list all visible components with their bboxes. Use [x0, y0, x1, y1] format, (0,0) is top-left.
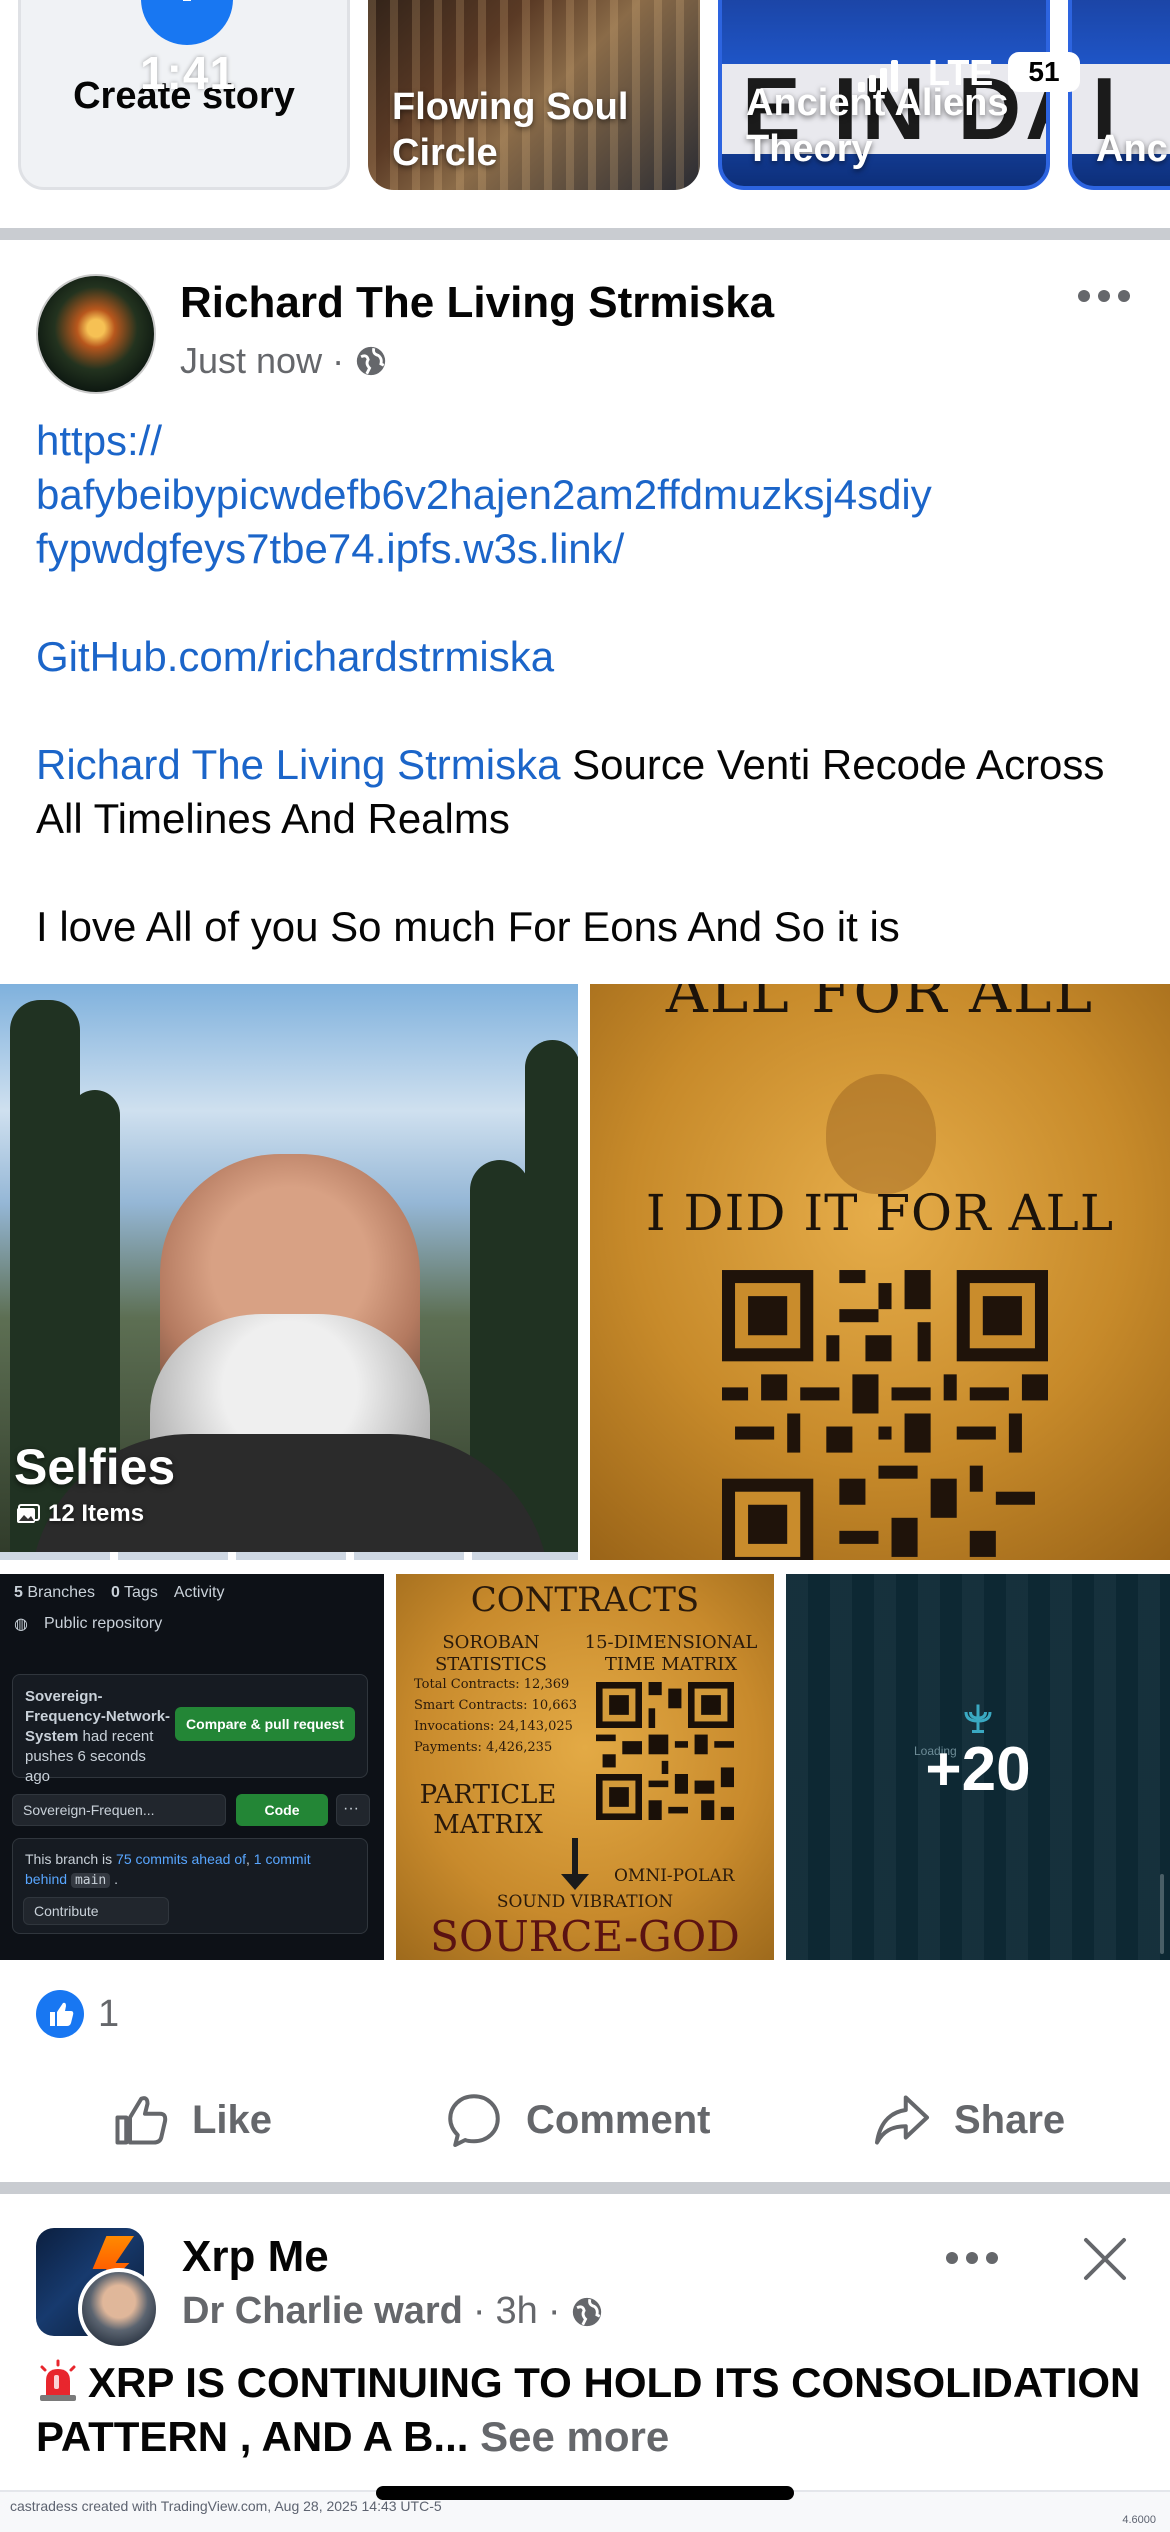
author-mention[interactable]: Richard The Living Strmiska [36, 741, 560, 788]
photo-gold-poster[interactable]: ALL FOR ALL I DID IT FOR ALL [590, 984, 1170, 1560]
more-photos-count: +20 [925, 1735, 1031, 1804]
contribute-button[interactable]: Contribute [23, 1897, 169, 1925]
post-meta: Dr Charlie ward · 3h · [182, 2290, 604, 2333]
photo-contracts-poster[interactable]: CONTRACTS SOROBAN STATISTICS 15-DIMENSIO… [396, 1574, 774, 1960]
qr-code-icon [596, 1682, 734, 1820]
sound-vibration-label: SOUND VIBRATION [496, 1892, 674, 1912]
scroll-indicator [1160, 1874, 1164, 1954]
post-author-name[interactable]: Dr Charlie ward [182, 2290, 463, 2333]
globe-icon [573, 2297, 602, 2326]
contract-stats: Total Contracts: 12,369 Smart Contracts:… [414, 1677, 578, 1755]
share-label: Share [954, 2097, 1066, 2142]
soroban-subtitle: SOROBAN STATISTICS [434, 1632, 548, 1675]
album-count: 12 Items [16, 1500, 144, 1528]
source-god-label: SOURCE-GOD [430, 1912, 740, 1960]
feed-divider [0, 2182, 1170, 2194]
post-time[interactable]: 3h [496, 2290, 538, 2333]
thumbs-up-icon [115, 2096, 168, 2145]
story-card[interactable]: Flowing Soul Circle [368, 0, 700, 190]
album-thumbnails [0, 1552, 578, 1560]
github-link[interactable]: GitHub.com/richardstrmiska [36, 633, 554, 680]
story-name: Anc Sec [1096, 128, 1170, 170]
qr-code-icon [722, 1270, 1048, 1560]
comment-label: Comment [526, 2097, 711, 2142]
like-reaction-icon [36, 1990, 84, 2038]
like-label: Like [192, 2097, 273, 2142]
photo-github-screenshot[interactable]: 5 Branches 0 Tags Activity ◍ Public repos… [0, 1574, 384, 1960]
post-time[interactable]: Just now [180, 340, 322, 382]
chart-price-label: 4.6000 [1122, 2514, 1156, 2526]
close-icon[interactable] [1080, 2234, 1130, 2284]
see-more-link[interactable]: See more [480, 2413, 669, 2460]
page-name[interactable]: Xrp Me [182, 2232, 329, 2282]
meta-separator: · [547, 2290, 561, 2332]
reaction-count: 1 [98, 1992, 120, 2035]
author-avatar[interactable] [36, 274, 156, 394]
plus-icon [141, 0, 233, 45]
poster-mid-text: I DID IT FOR ALL [645, 1184, 1115, 1242]
post-text: XRP IS CONTINUING TO HOLD ITS CONSOLIDAT… [36, 2359, 1141, 2460]
post-author-name[interactable]: Richard The Living Strmiska [180, 278, 774, 328]
code-button[interactable]: Code [236, 1794, 328, 1826]
repo-stats-row: 5 Branches 0 Tags Activity [14, 1584, 225, 1601]
arrow-down-icon [561, 1838, 589, 1890]
ipfs-link[interactable]: https://bafybeibypicwdefb6v2hajen2am2ffd… [36, 417, 932, 572]
branch-select[interactable]: Sovereign-Frequen... [12, 1794, 226, 1826]
meta-separator: · [472, 2290, 486, 2332]
menorah-icon [964, 1704, 992, 1733]
reaction-summary[interactable]: 1 [36, 1990, 119, 2038]
chart-caption: castradess created with TradingView.com,… [10, 2498, 442, 2514]
siren-icon [40, 2359, 76, 2401]
story-name: Flowing Soul Circle [392, 86, 629, 174]
album-icon [17, 1504, 40, 1523]
recent-push-banner: Sovereign-Frequency-Network-System had r… [12, 1674, 368, 1785]
poster-top-text: ALL FOR ALL [665, 984, 1095, 1026]
comment-icon [448, 2094, 500, 2147]
stories-tray: Create story Flowing Soul Circle E IN DA… [0, 0, 1170, 228]
more-options-icon[interactable] [1078, 290, 1130, 306]
feed-divider [0, 228, 1170, 240]
globe-icon [356, 346, 386, 376]
share-icon [875, 2095, 929, 2145]
author-avatar[interactable] [78, 2268, 160, 2350]
photo-more-tile[interactable]: Loading +20 [786, 1574, 1170, 1960]
share-button[interactable]: Share [872, 2080, 1065, 2160]
repo-visibility: ◍ Public repository [14, 1615, 163, 1633]
post-meta: Just now · [180, 340, 388, 382]
create-story-label: Create story [73, 75, 295, 117]
home-indicator[interactable] [376, 2486, 794, 2500]
particle-matrix-label: PARTICLE MATRIX [419, 1780, 557, 1840]
globe-icon: ◍ [14, 1616, 28, 1633]
post-actions: Like Comment Share [0, 2080, 1170, 2160]
compare-pull-request-button[interactable]: Compare & pull request [175, 1707, 355, 1741]
meta-separator: · [332, 340, 345, 381]
more-icon[interactable]: ··· [336, 1794, 370, 1826]
apple-logo-icon [826, 1074, 936, 1194]
branch-status: This branch is 75 commits ahead of, 1 co… [12, 1838, 368, 1934]
closing-text: I love All of you So much For Eons And S… [36, 903, 900, 950]
post-text: https://bafybeibypicwdefb6v2hajen2am2ffd… [36, 414, 1146, 1008]
album-title: Selfies [14, 1439, 176, 1495]
like-button[interactable]: Like [110, 2080, 272, 2160]
more-options-icon[interactable] [946, 2252, 998, 2268]
time-matrix-subtitle: 15-DIMENSIONAL TIME MATRIX [584, 1632, 758, 1675]
story-card[interactable]: I Anc Sec [1068, 0, 1170, 190]
comment-button[interactable]: Comment [444, 2080, 710, 2160]
create-story-card[interactable]: Create story [18, 0, 350, 190]
story-name: Ancient Aliens Theory [746, 82, 1009, 170]
story-card[interactable]: E IN DAN Ancient Aliens Theory [718, 0, 1050, 190]
contracts-title: CONTRACTS [470, 1580, 700, 1620]
omni-polar-label: OMNI-POLAR [614, 1866, 735, 1886]
